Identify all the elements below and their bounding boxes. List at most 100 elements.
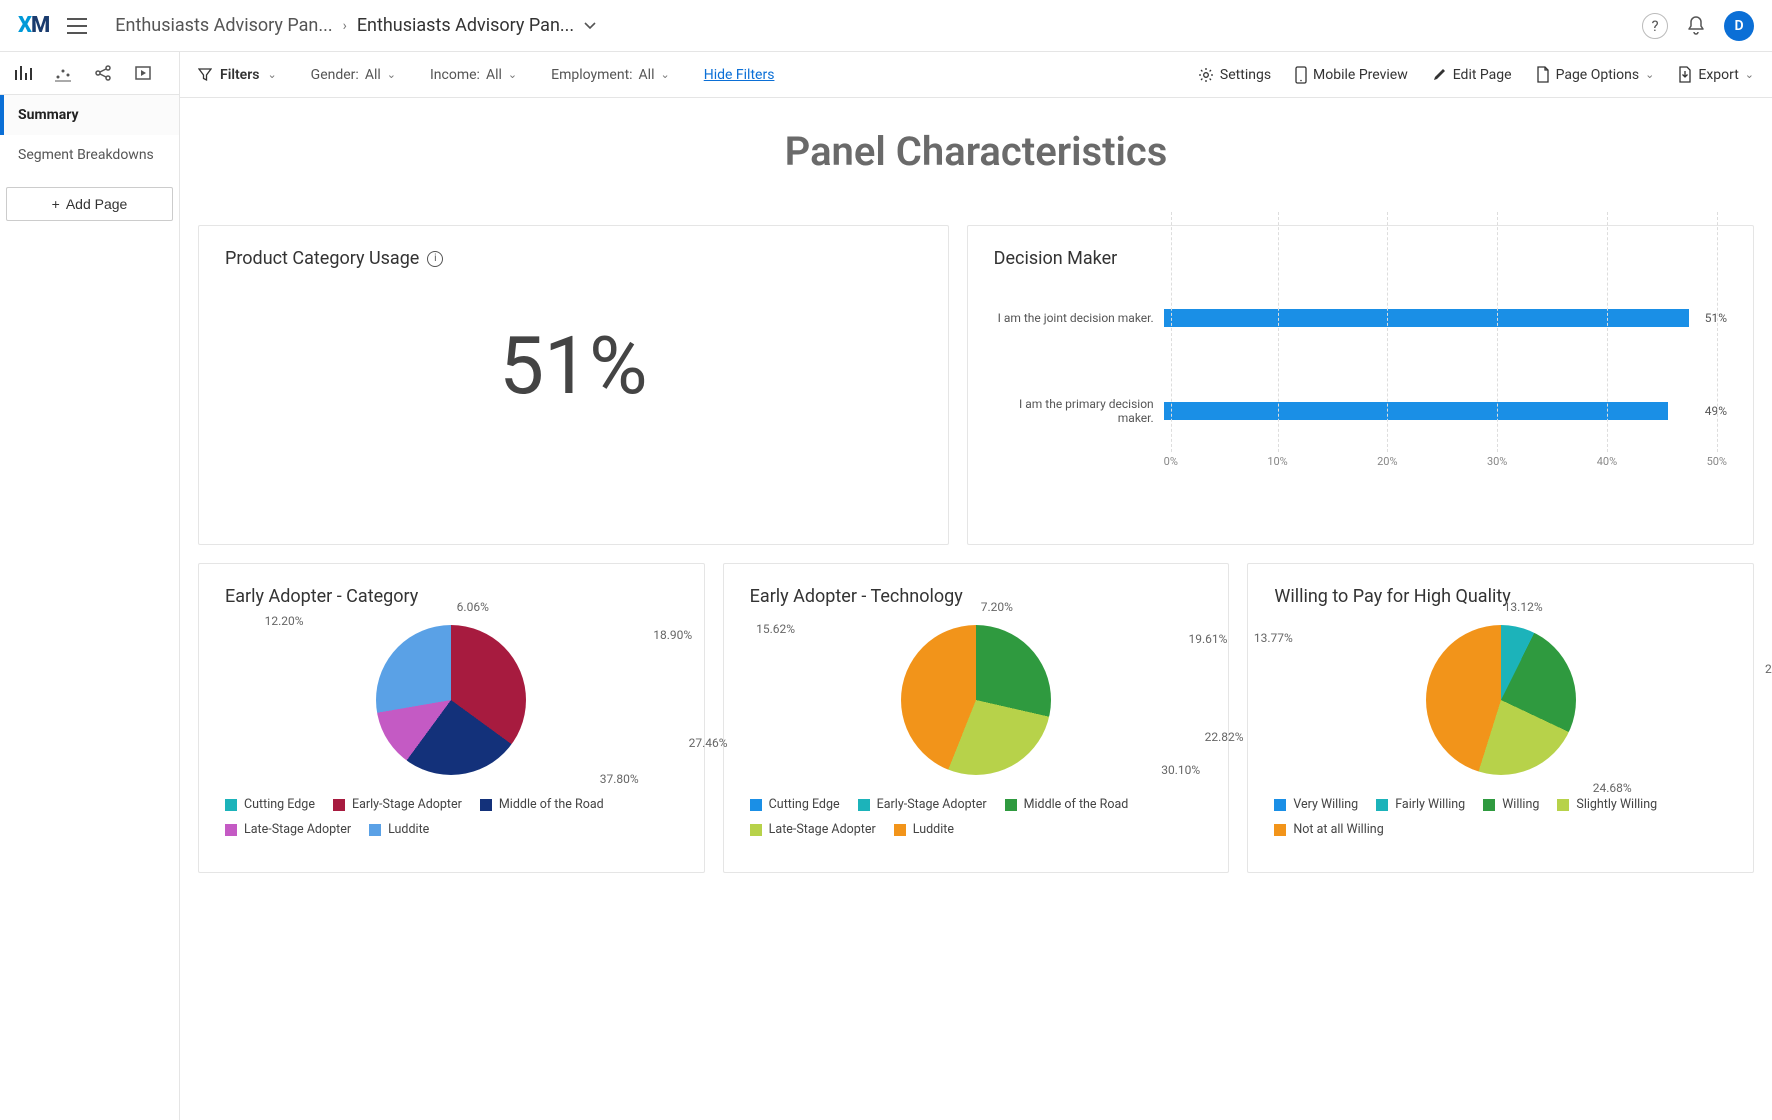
legend-item: Luddite [369, 822, 429, 837]
filters-button[interactable]: Filters ⌄ [198, 67, 277, 83]
bell-icon[interactable] [1686, 15, 1706, 37]
legend-swatch [750, 799, 762, 811]
card-title: Willing to Pay for High Quality [1274, 586, 1727, 607]
info-icon[interactable]: i [427, 251, 443, 267]
card-title: Early Adopter - Category [225, 586, 678, 607]
pie-slice-label: 7.20% [981, 600, 1013, 614]
card-product-category-usage[interactable]: Product Category Usage i 51% [198, 225, 949, 545]
bar-row: I am the primary decision maker. 49% [994, 397, 1727, 425]
bar-label: I am the joint decision maker. [994, 311, 1154, 325]
pie-slice-label: 15.62% [756, 622, 795, 636]
axis-tick: 30% [1487, 455, 1507, 468]
logo-m: M [31, 13, 49, 38]
page-icon [1536, 66, 1550, 83]
legend: Cutting Edge Early-Stage Adopter Middle … [225, 797, 678, 837]
card-title: Product Category Usage i [225, 248, 922, 269]
bar-track [1164, 402, 1689, 420]
slideshow-icon[interactable] [134, 64, 152, 82]
legend-swatch [1557, 799, 1569, 811]
filter-gender[interactable]: Gender: All ⌄ [311, 67, 396, 83]
filter-income[interactable]: Income: All ⌄ [430, 67, 517, 83]
bar-label: I am the primary decision maker. [994, 397, 1154, 425]
main: Filters ⌄ Gender: All ⌄ Income: All ⌄ Em… [180, 52, 1772, 1120]
axis-tick: 50% [1707, 455, 1727, 468]
legend-label: Slightly Willing [1576, 797, 1657, 812]
filter-income-label: Income: [430, 67, 480, 83]
legend-label: Cutting Edge [244, 797, 315, 812]
legend-item: Cutting Edge [750, 797, 840, 812]
filter-icon [198, 68, 212, 82]
bar-axis: 0%10%20%30%40%50% [1164, 455, 1727, 468]
card-willing-to-pay[interactable]: Willing to Pay for High Quality 13.12%25… [1247, 563, 1754, 873]
card-title-text: Decision Maker [994, 248, 1118, 269]
sidebar-item-summary[interactable]: Summary [0, 95, 179, 135]
filter-employment[interactable]: Employment: All ⌄ [551, 67, 670, 83]
hamburger-icon[interactable] [67, 18, 87, 34]
share-icon[interactable] [94, 64, 112, 82]
card-title-text: Willing to Pay for High Quality [1274, 586, 1510, 607]
legend-item: Not at all Willing [1274, 822, 1383, 837]
settings-button[interactable]: Settings [1198, 67, 1271, 83]
legend: Cutting Edge Early-Stage Adopter Middle … [750, 797, 1203, 837]
gear-icon [1198, 67, 1214, 83]
xm-logo: XM [18, 13, 49, 38]
legend-label: Late-Stage Adopter [769, 822, 876, 837]
legend-label: Fairly Willing [1395, 797, 1465, 812]
help-icon[interactable]: ? [1642, 13, 1668, 39]
left-rail: Summary Segment Breakdowns + Add Page [0, 52, 180, 1120]
add-page-button[interactable]: + Add Page [6, 187, 173, 221]
bar-chart-icon[interactable] [14, 64, 32, 82]
axis-tick: 20% [1377, 455, 1397, 468]
export-label: Export [1698, 67, 1738, 83]
scatter-icon[interactable] [54, 64, 72, 82]
plus-icon: + [52, 196, 60, 212]
pie-slice-label: 13.77% [1254, 631, 1293, 645]
legend-item: Willing [1483, 797, 1539, 812]
page-options-button[interactable]: Page Options ⌄ [1536, 66, 1655, 83]
filter-gender-value: All [365, 67, 381, 83]
edit-page-button[interactable]: Edit Page [1432, 67, 1512, 83]
filter-gender-label: Gender: [311, 67, 359, 83]
pie-slice-label: 18.90% [653, 628, 692, 642]
card-decision-maker[interactable]: Decision Maker I am the joint decision m… [967, 225, 1754, 545]
mobile-preview-button[interactable]: Mobile Preview [1295, 66, 1408, 84]
pie-slice-label: 30.10% [1161, 763, 1200, 777]
pie-slice-label: 13.12% [1504, 600, 1543, 614]
legend-item: Slightly Willing [1557, 797, 1657, 812]
export-button[interactable]: Export ⌄ [1678, 66, 1754, 83]
chevron-right-icon: › [343, 18, 347, 34]
card-title: Decision Maker [994, 248, 1727, 269]
pie-slice-label: 19.61% [1189, 632, 1228, 646]
add-page-label: Add Page [66, 196, 128, 212]
cards-row-2: Early Adopter - Category 18.90%37.80%25.… [180, 563, 1772, 891]
breadcrumb: Enthusiasts Advisory Pan... › Enthusiast… [115, 15, 596, 36]
legend-item: Middle of the Road [480, 797, 604, 812]
pie-slice-label: 25.61% [1765, 662, 1772, 676]
legend-label: Willing [1502, 797, 1539, 812]
legend-label: Early-Stage Adopter [352, 797, 462, 812]
sidebar-item-segment-breakdowns[interactable]: Segment Breakdowns [0, 135, 179, 175]
pie-slice-label: 22.82% [1205, 730, 1244, 744]
card-early-adopter-technology[interactable]: Early Adopter - Technology 7.20%19.61%30… [723, 563, 1230, 873]
cards-row-1: Product Category Usage i 51% Decision Ma… [180, 225, 1772, 563]
avatar[interactable]: D [1724, 11, 1754, 41]
legend-label: Middle of the Road [1024, 797, 1129, 812]
legend-label: Luddite [913, 822, 954, 837]
legend-item: Late-Stage Adopter [750, 822, 876, 837]
hide-filters-link[interactable]: Hide Filters [704, 67, 775, 83]
page-options-label: Page Options [1556, 67, 1640, 83]
breadcrumb-dropdown[interactable] [584, 22, 596, 30]
legend-label: Luddite [388, 822, 429, 837]
pie-slice-label: 12.20% [265, 614, 304, 628]
axis-tick: 40% [1597, 455, 1617, 468]
usage-value: 51% [225, 319, 922, 413]
legend-label: Not at all Willing [1293, 822, 1383, 837]
legend-swatch [1005, 799, 1017, 811]
top-bar-right: ? D [1642, 11, 1754, 41]
card-early-adopter-category[interactable]: Early Adopter - Category 18.90%37.80%25.… [198, 563, 705, 873]
legend-label: Middle of the Road [499, 797, 604, 812]
edit-page-label: Edit Page [1453, 67, 1512, 83]
chevron-down-icon: ⌄ [387, 68, 396, 81]
breadcrumb-parent[interactable]: Enthusiasts Advisory Pan... [115, 15, 332, 36]
legend-item: Very Willing [1274, 797, 1358, 812]
